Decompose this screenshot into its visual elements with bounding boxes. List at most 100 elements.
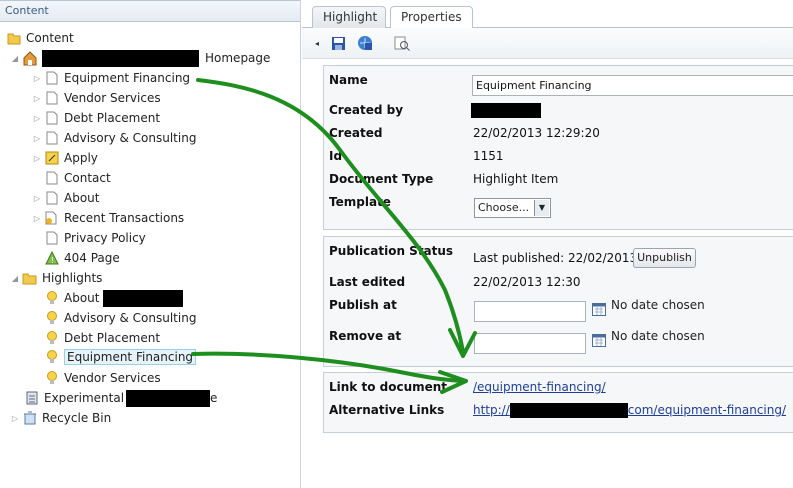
tree-node-404-page[interactable]: ! 404 Page	[42, 248, 120, 268]
redacted-block	[126, 389, 211, 407]
open-folder-icon	[22, 270, 38, 286]
alternative-link[interactable]: http:// com/equipment-financing/	[473, 403, 786, 418]
alternative-links-label: Alternative Links	[329, 403, 445, 417]
tree-node-homepage[interactable]: ◢ Homepage	[10, 48, 270, 68]
publish-at-label: Publish at	[329, 298, 397, 312]
expanded-triangle-icon[interactable]: ◢	[10, 54, 20, 63]
tree-label: Highlights	[42, 271, 103, 285]
lightbulb-icon	[44, 290, 60, 306]
tree-node-recent-transactions[interactable]: ▷ Recent Transactions	[32, 208, 184, 228]
tree-label: Equipment Financing	[64, 71, 191, 85]
tree-header: Content	[0, 0, 300, 22]
tree-label-tail: e	[210, 391, 218, 405]
tree-node-highlight-about[interactable]: About	[42, 288, 184, 308]
remove-at-label: Remove at	[329, 329, 402, 343]
tree-label: Apply	[64, 151, 98, 165]
svg-text:!: !	[51, 256, 54, 265]
link-to-document[interactable]: /equipment-financing/	[473, 380, 606, 394]
tree-label: About	[64, 291, 100, 305]
tree-label: Content	[26, 31, 74, 45]
publish-at-input[interactable]	[474, 301, 586, 322]
tree-label: Contact	[64, 171, 111, 185]
preview-icon[interactable]	[394, 35, 410, 51]
collapsed-triangle-icon[interactable]: ▷	[10, 414, 20, 423]
tree-label: Advisory & Consulting	[64, 131, 197, 145]
created-by-label: Created by	[329, 103, 404, 117]
link-to-document-label: Link to document	[329, 380, 448, 394]
tree-node-vendor-services[interactable]: ▷ Vendor Services	[32, 88, 161, 108]
redacted-block	[471, 103, 541, 118]
tree-node-recycle-bin[interactable]: ▷ Recycle Bin	[10, 408, 111, 428]
tree-label: 404 Page	[64, 251, 120, 265]
save-icon[interactable]	[330, 35, 346, 51]
document-icon	[44, 170, 60, 186]
tab-strip: Highlight Properties	[302, 0, 793, 29]
tree-node-highlight-advisory[interactable]: Advisory & Consulting	[42, 308, 196, 328]
collapsed-triangle-icon[interactable]: ▷	[32, 134, 42, 143]
tree-label-selected: Equipment Financing	[64, 349, 197, 365]
publication-status-value: Last published: 22/02/2013	[473, 251, 638, 265]
tree-label: Vendor Services	[64, 91, 161, 105]
name-input[interactable]	[472, 75, 793, 96]
collapsed-triangle-icon[interactable]: ▷	[32, 214, 42, 223]
collapsed-triangle-icon[interactable]: ▷	[32, 74, 42, 83]
tree-label: Advisory & Consulting	[64, 311, 197, 325]
expanded-triangle-icon[interactable]: ◢	[10, 274, 20, 283]
save-and-publish-icon[interactable]	[357, 35, 373, 51]
id-value: 1151	[473, 149, 504, 163]
calendar-icon[interactable]	[592, 303, 606, 319]
document-icon	[44, 90, 60, 106]
toolbar: ◂	[302, 28, 793, 59]
remove-at-status: No date chosen	[611, 329, 705, 343]
tab-highlight[interactable]: Highlight	[312, 6, 386, 28]
content-tree-panel: Content Content ◢ Homepage ▷ Equipment F…	[0, 0, 301, 488]
calculator-icon	[24, 390, 40, 406]
template-select[interactable]: Choose... ▼	[474, 198, 551, 218]
links-section: Link to document /equipment-financing/ A…	[323, 372, 793, 433]
last-edited-label: Last edited	[329, 275, 406, 289]
collapsed-triangle-icon[interactable]: ▷	[32, 154, 42, 163]
tree-node-highlight-equipment[interactable]: Equipment Financing	[42, 347, 197, 367]
tree-label: Recent Transactions	[64, 211, 185, 225]
tree-label: About	[64, 191, 100, 205]
collapsed-triangle-icon[interactable]: ▷	[32, 194, 42, 203]
redacted-block	[42, 49, 199, 67]
document-star-icon	[44, 210, 60, 226]
tree-node-highlight-debt[interactable]: Debt Placement	[42, 328, 160, 348]
tree-node-privacy-policy[interactable]: Privacy Policy	[42, 228, 146, 248]
properties-editor: Highlight Properties ◂ Name Created by C…	[302, 0, 793, 488]
document-icon	[44, 130, 60, 146]
collapsed-triangle-icon[interactable]: ▷	[32, 114, 42, 123]
document-icon	[44, 70, 60, 86]
unpublish-button[interactable]: Unpublish	[633, 248, 696, 268]
tree-node-about[interactable]: ▷ About	[32, 188, 100, 208]
tree-node-equipment-financing[interactable]: ▷ Equipment Financing	[32, 68, 190, 88]
tree-node-debt-placement[interactable]: ▷ Debt Placement	[32, 108, 160, 128]
dropdown-arrow-icon[interactable]: ▼	[534, 200, 549, 216]
tree-label: Experimental	[44, 391, 125, 405]
redacted-block	[103, 289, 184, 307]
document-type-value: Highlight Item	[473, 172, 559, 186]
form-icon	[44, 150, 60, 166]
alt-link-suffix: com/equipment-financing/	[627, 403, 787, 417]
tree-node-highlight-vendor[interactable]: Vendor Services	[42, 368, 161, 388]
tree-node-advisory-consulting[interactable]: ▷ Advisory & Consulting	[32, 128, 197, 148]
tree-node-contact[interactable]: Contact	[42, 168, 111, 188]
tree-label: Homepage	[205, 51, 271, 65]
document-icon	[44, 190, 60, 206]
toolbar-collapse-icon[interactable]: ◂	[314, 35, 320, 51]
remove-at-input[interactable]	[474, 333, 586, 354]
tab-properties[interactable]: Properties	[390, 6, 473, 29]
tree-node-highlights[interactable]: ◢ Highlights	[10, 268, 103, 288]
tree-node-apply[interactable]: ▷ Apply	[32, 148, 98, 168]
publication-section: Publication Status Last published: 22/02…	[323, 236, 793, 367]
folder-icon	[6, 30, 22, 46]
calendar-icon[interactable]	[592, 334, 606, 350]
publish-at-status: No date chosen	[611, 298, 705, 312]
tree-node-content[interactable]: Content	[4, 28, 74, 48]
collapsed-triangle-icon[interactable]: ▷	[32, 94, 42, 103]
tree-label: Vendor Services	[64, 371, 161, 385]
tree-label: Privacy Policy	[64, 231, 146, 245]
tree-label: Debt Placement	[64, 111, 161, 125]
tree-node-experimental[interactable]: Experimental e	[22, 388, 217, 408]
